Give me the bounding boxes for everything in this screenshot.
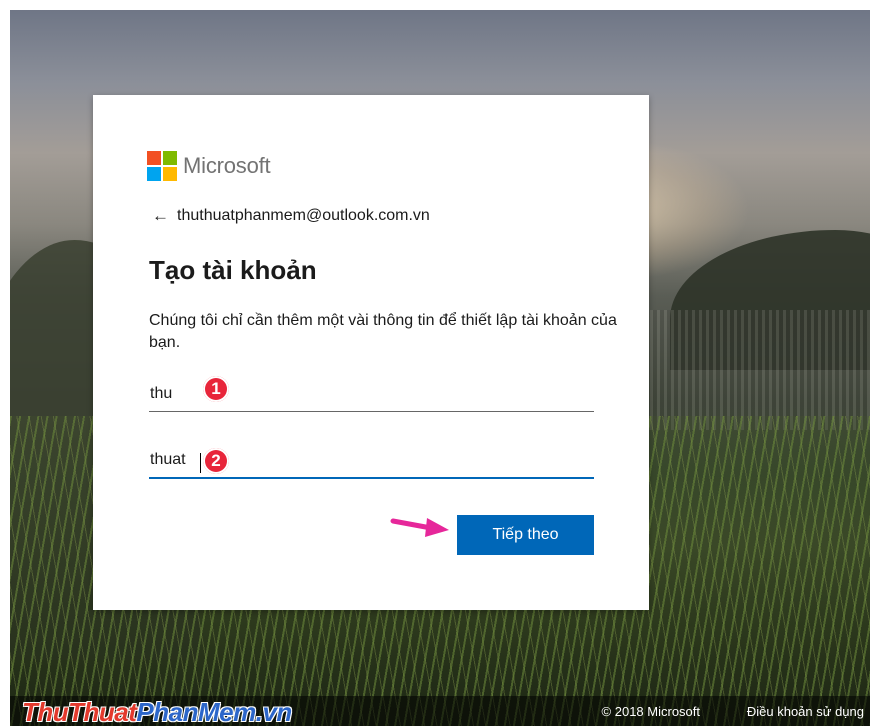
step-1-badge: 1 (203, 376, 229, 402)
microsoft-grid-icon (147, 151, 177, 181)
text-caret (200, 453, 201, 473)
step-2-badge: 2 (203, 448, 229, 474)
account-email: thuthuatphanmem@outlook.com.vn (177, 207, 430, 224)
site-watermark: ThuThuatPhanMem.vn (22, 697, 292, 726)
terms-link[interactable]: Điều khoản sử dụng (747, 704, 864, 719)
watermark-part2: PhanMem (136, 697, 256, 726)
watermark-part1: ThuThuat (22, 697, 137, 726)
page-title: Tạo tài khoản (149, 255, 317, 285)
microsoft-logo: Microsoft (147, 151, 271, 181)
footer-bar: ThuThuatPhanMem.vn © 2018 Microsoft Điều… (10, 696, 870, 726)
identity-row: ← thuthuatphanmem@outlook.com.vn (152, 206, 430, 226)
city-lights (650, 310, 870, 430)
page-description: Chúng tôi chỉ cần thêm một vài thông tin… (149, 312, 617, 351)
signup-card: Microsoft ← thuthuatphanmem@outlook.com.… (93, 95, 649, 610)
back-arrow-icon[interactable]: ← (152, 206, 169, 226)
brand-name: Microsoft (183, 153, 271, 178)
watermark-part3: .vn (255, 697, 293, 726)
pointer-arrow-icon (390, 518, 449, 537)
next-button[interactable]: Tiếp theo (457, 515, 594, 555)
copyright-text: © 2018 Microsoft (601, 704, 700, 719)
